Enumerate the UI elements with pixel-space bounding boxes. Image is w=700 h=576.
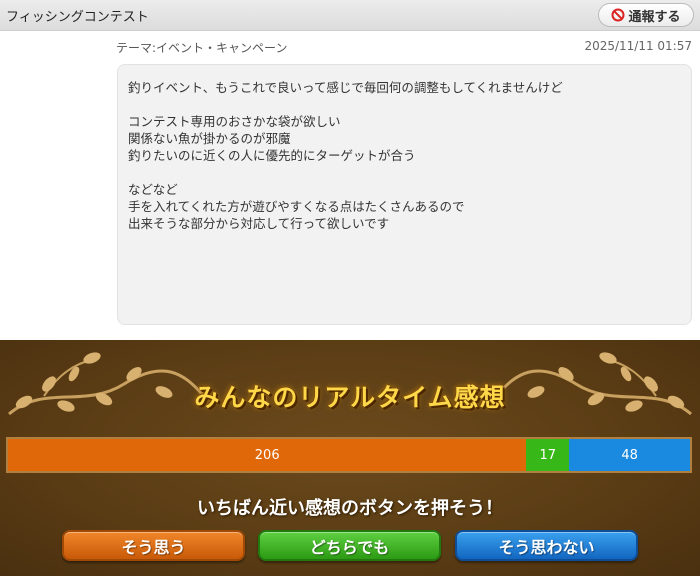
agree-button[interactable]: そう思う [62, 530, 245, 561]
reaction-ratio-bar: 206 17 48 [6, 437, 692, 473]
page-header: フィッシングコンテスト 通報する [0, 0, 700, 31]
prohibited-icon [611, 8, 625, 22]
disagree-count-segment: 48 [569, 439, 690, 471]
post-line [128, 96, 681, 113]
either-button[interactable]: どちらでも [258, 530, 441, 561]
post-line: 出来そうな部分から対応して行って欲しいです [128, 216, 390, 231]
either-count-segment: 17 [526, 439, 570, 471]
post-body: 釣りイベント、もうこれで良いって感じで毎回何の調整もしてくれませんけど コンテス… [117, 64, 692, 325]
report-button-label: 通報する [628, 9, 681, 25]
page-title: フィッシングコンテスト [6, 10, 149, 25]
post-line: 関係ない魚が掛かるのが邪魔 [128, 131, 291, 146]
post-line [128, 164, 681, 181]
reaction-prompt: いちばん近い感想のボタンを押そう！ [197, 498, 503, 519]
post-theme: テーマ:イベント・キャンペーン [116, 41, 288, 55]
report-button[interactable]: 通報する [598, 3, 694, 27]
post-line: などなど [128, 182, 178, 197]
post-line: コンテスト専用のおさかな袋が欲しい [128, 114, 341, 129]
disagree-button[interactable]: そう思わない [455, 530, 638, 561]
post-line: 釣りたいのに近くの人に優先的にターゲットが合う [128, 148, 416, 163]
agree-count-segment: 206 [8, 439, 527, 471]
post-line: 釣りイベント、もうこれで良いって感じで毎回何の調整もしてくれませんけど [128, 80, 563, 95]
post-timestamp: 2025/11/11 01:57 [584, 39, 692, 53]
reaction-title: みんなのリアルタイム感想 [194, 383, 506, 412]
post-line: 手を入れてくれた方が遊びやすくなる点はたくさんあるので [128, 199, 465, 214]
